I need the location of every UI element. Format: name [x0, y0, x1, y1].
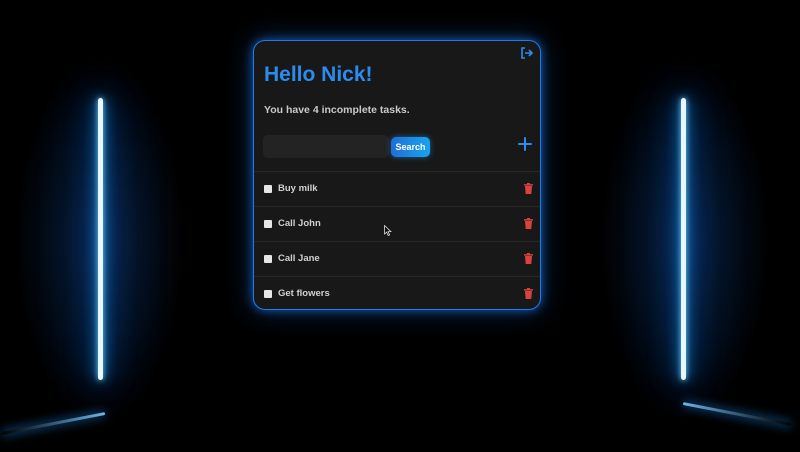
task-checkbox[interactable]	[264, 185, 272, 193]
task-item: Buy milk	[254, 172, 540, 207]
task-item: Call John	[254, 207, 540, 242]
logout-icon[interactable]	[520, 47, 534, 59]
todo-card: Hello Nick! You have 4 incomplete tasks.…	[253, 40, 541, 310]
task-checkbox[interactable]	[264, 220, 272, 228]
search-button[interactable]: Search	[391, 137, 430, 157]
task-label: Buy milk	[278, 183, 318, 194]
trash-icon[interactable]	[524, 218, 533, 229]
mouse-pointer-icon	[384, 225, 392, 236]
trash-icon[interactable]	[524, 288, 533, 299]
task-checkbox[interactable]	[264, 290, 272, 298]
task-summary: You have 4 incomplete tasks.	[264, 104, 410, 116]
task-checkbox[interactable]	[264, 255, 272, 263]
task-label: Get flowers	[278, 288, 330, 299]
trash-icon[interactable]	[524, 253, 533, 264]
task-label: Call John	[278, 218, 321, 229]
plus-icon[interactable]	[517, 136, 533, 152]
task-list: Buy milk Call John Call Jane Get flowers	[254, 171, 540, 309]
trash-icon[interactable]	[524, 183, 533, 194]
greeting-title: Hello Nick!	[264, 63, 373, 86]
right-neon-light	[681, 98, 686, 380]
task-label: Call Jane	[278, 253, 320, 264]
left-neon-light	[98, 98, 103, 380]
task-item: Get flowers	[254, 277, 540, 309]
task-item: Call Jane	[254, 242, 540, 277]
search-input[interactable]	[263, 135, 389, 158]
